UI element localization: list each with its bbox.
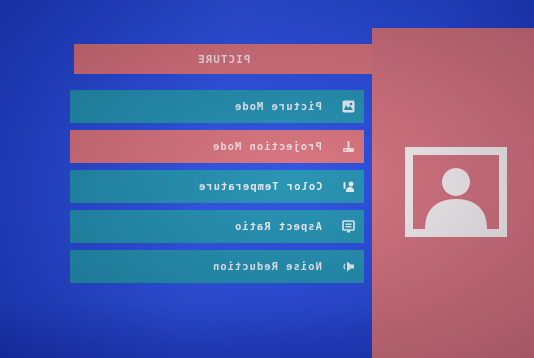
projection-shadow [0,300,372,358]
projection-icon [342,140,356,154]
aspect-ratio-icon [342,220,356,234]
projected-screen: PICTURE Picture Mode Projection Mode Col… [0,0,534,358]
preview-image-frame [405,147,507,237]
menu-item-label: Noise Reduction [212,260,322,273]
picture-icon [342,100,356,114]
menu-item-label: Projection Mode [212,140,322,153]
menu-title: PICTURE [197,52,251,66]
noise-reduction-icon [342,260,356,274]
color-temperature-icon [342,180,356,194]
menu-item-label: Aspect Ratio [234,220,322,233]
menu-item-label: Color Temperature [197,180,322,193]
menu-item-noise-reduction[interactable]: Noise Reduction [70,250,364,283]
menu-title-bar: PICTURE [74,44,374,74]
menu-item-picture-mode[interactable]: Picture Mode [70,90,364,123]
menu-item-aspect-ratio[interactable]: Aspect Ratio [70,210,364,243]
menu-item-label: Picture Mode [234,100,322,113]
user-avatar-icon [413,155,499,229]
menu-item-color-temperature[interactable]: Color Temperature [70,170,364,203]
menu-item-projection-mode[interactable]: Projection Mode [70,130,364,163]
